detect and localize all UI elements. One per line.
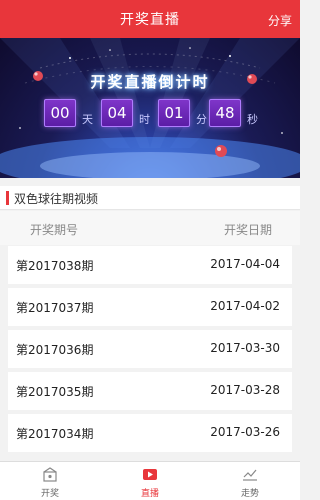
countdown-minutes: 01 — [158, 99, 190, 127]
row-period: 第2017034期 — [16, 427, 94, 441]
section-title: 双色球往期视频 — [14, 192, 99, 206]
tab-trend[interactable]: 走势 — [200, 462, 300, 500]
countdown-banner: 开奖直播倒计时 00 天 04 时 01 分 48 秒 — [0, 38, 300, 178]
row-date: 2017-04-04 — [210, 257, 280, 271]
countdown-timer: 00 天 04 时 01 分 48 秒 — [44, 99, 274, 129]
countdown-hours-unit: 时 — [139, 113, 150, 126]
section-header: 双色球往期视频 — [0, 186, 300, 210]
tab-live[interactable]: 直播 — [100, 462, 200, 500]
tab-lottery[interactable]: 开奖 — [0, 462, 100, 500]
table-row[interactable]: 第2017037期 2017-04-02 — [8, 288, 292, 326]
tab-label: 直播 — [140, 489, 159, 499]
video-play-icon — [143, 469, 157, 480]
share-button[interactable]: 分享 — [268, 12, 292, 29]
countdown-days-unit: 天 — [82, 113, 93, 126]
countdown-title: 开奖直播倒计时 — [90, 73, 210, 91]
trend-chart-icon — [243, 469, 257, 481]
row-date: 2017-03-30 — [210, 341, 280, 355]
row-period: 第2017038期 — [16, 259, 94, 273]
tab-label: 开奖 — [40, 489, 59, 499]
row-period: 第2017036期 — [16, 343, 94, 357]
bottom-tab-bar: 开奖 直播 走势 — [0, 461, 300, 500]
countdown-hours: 04 — [101, 99, 133, 127]
row-period: 第2017035期 — [16, 385, 94, 399]
countdown-seconds-unit: 秒 — [247, 113, 258, 126]
app-header: 开奖直播 分享 — [0, 0, 300, 38]
column-header-period: 开奖期号 — [30, 223, 79, 237]
countdown-days: 00 — [44, 99, 76, 127]
row-date: 2017-03-26 — [210, 425, 280, 439]
row-period: 第2017037期 — [16, 301, 94, 315]
table-header: 开奖期号 开奖日期 — [0, 211, 300, 245]
column-header-date: 开奖日期 — [223, 223, 272, 237]
row-date: 2017-04-02 — [210, 299, 280, 313]
countdown-seconds: 48 — [209, 99, 241, 127]
section-accent-bar — [6, 191, 9, 205]
tab-label: 走势 — [240, 489, 259, 499]
table-row[interactable]: 第2017036期 2017-03-30 — [8, 330, 292, 368]
table-row[interactable]: 第2017038期 2017-04-04 — [8, 246, 292, 284]
row-date: 2017-03-28 — [210, 383, 280, 397]
page-title: 开奖直播 — [120, 12, 180, 28]
table-row[interactable]: 第2017034期 2017-03-26 — [8, 414, 292, 452]
lottery-box-icon — [43, 467, 57, 482]
table-row[interactable]: 第2017035期 2017-03-28 — [8, 372, 292, 410]
countdown-minutes-unit: 分 — [196, 113, 207, 126]
